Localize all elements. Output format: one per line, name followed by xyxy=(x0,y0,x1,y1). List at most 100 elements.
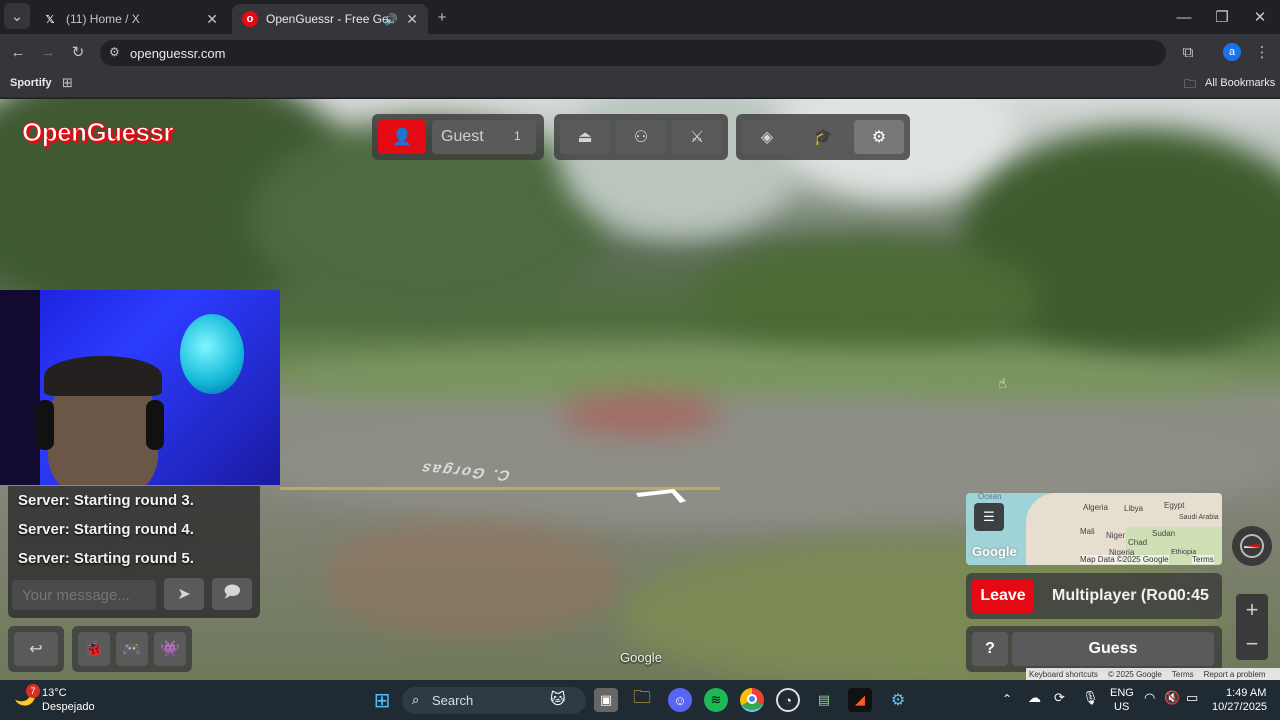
map-data-attribution: Map Data ©2025 Google xyxy=(1080,555,1169,564)
tab-search-button[interactable]: ⌄ xyxy=(4,3,30,29)
pycharm-taskbar-button[interactable]: ◢ xyxy=(848,688,872,712)
battery-icon[interactable]: ▭ xyxy=(1186,690,1198,706)
minimize-button[interactable]: — xyxy=(1170,3,1198,31)
reload-button[interactable]: ↻ xyxy=(64,38,92,66)
map-settings-button[interactable]: ☰ xyxy=(974,503,1004,531)
search-highlight-icon: 🐱 xyxy=(550,691,566,708)
map-label: Algeria xyxy=(1083,503,1108,512)
forward-button[interactable]: → xyxy=(34,38,62,66)
back-button[interactable]: ← xyxy=(4,38,32,66)
chevron-up-icon[interactable]: ⌃ xyxy=(1002,692,1012,706)
map-label: Egypt xyxy=(1164,501,1185,510)
region-code[interactable]: US xyxy=(1114,701,1129,713)
apps-grid-icon[interactable]: ⊞ xyxy=(62,75,73,91)
steam-taskbar-button[interactable]: ⚙ xyxy=(886,688,910,712)
obs-icon: ◔ xyxy=(784,692,792,708)
discord-taskbar-button[interactable]: ☺ xyxy=(668,688,692,712)
volume-muted-icon[interactable]: 🔇 xyxy=(1164,690,1180,706)
chat-toggle-button[interactable]: 🗩 xyxy=(212,578,252,610)
back-panel: ↩ xyxy=(8,626,64,672)
return-button[interactable]: ↩ xyxy=(14,632,58,666)
cloud-icon[interactable]: ☁ xyxy=(1028,690,1041,706)
discord-button[interactable]: 🎮 xyxy=(116,632,148,666)
all-bookmarks-link[interactable]: All Bookmarks xyxy=(1205,77,1275,89)
weather-desc: Despejado xyxy=(42,701,95,713)
guess-button[interactable]: Guess xyxy=(1012,632,1214,666)
multiplayer-button[interactable]: ⚇ xyxy=(616,120,666,154)
windows-taskbar: 🌙 7 13°C Despejado ⊞ ⌕ Search 🐱 ▣ 🗀 ☺ ≋ … xyxy=(0,680,1280,720)
task-view-icon: ▣ xyxy=(599,692,613,707)
spotify-taskbar-button[interactable]: ≋ xyxy=(704,688,728,712)
obs-taskbar-button[interactable]: ◔ xyxy=(776,688,800,712)
task-view-button[interactable]: ▣ xyxy=(594,688,618,712)
keyboard-shortcuts-link[interactable]: Keyboard shortcuts xyxy=(1029,670,1098,679)
compass-button[interactable] xyxy=(1232,526,1272,566)
zoom-out-button[interactable]: − xyxy=(1236,628,1268,660)
round-timer: 00:45 xyxy=(1168,587,1209,604)
game-modes-panel: ⏏ ⚇ ⚔ xyxy=(554,114,728,160)
site-info-icon[interactable]: ⚙ xyxy=(109,45,120,59)
tab-openguessr[interactable]: o OpenGuessr - Free GeoGue 🔊 ✕ xyxy=(232,4,428,34)
chat-input[interactable] xyxy=(12,580,156,610)
navigation-arrow[interactable] xyxy=(636,487,692,503)
google-footer: Keyboard shortcuts © 2025 Google Terms R… xyxy=(1026,668,1280,680)
steam-icon: ⚙ xyxy=(890,692,906,709)
help-button[interactable]: ? xyxy=(972,632,1008,666)
guess-minimap[interactable]: Ocean Algeria Libya Egypt Saudi Arabia M… xyxy=(966,493,1222,565)
learn-button[interactable]: 🎓 xyxy=(798,120,848,154)
chrome-taskbar-button[interactable] xyxy=(740,688,764,712)
windows-logo-icon: ⊞ xyxy=(373,689,391,712)
speaker-icon[interactable]: 🔊 xyxy=(384,13,398,26)
battle-button[interactable]: ⚔ xyxy=(672,120,722,154)
spotify-icon: ≋ xyxy=(710,692,722,707)
folder-icon: 🗀 xyxy=(1184,77,1197,91)
close-window-button[interactable]: ✕ xyxy=(1246,3,1274,31)
add-user-button[interactable]: 👤 xyxy=(378,120,426,154)
terms-link[interactable]: Terms xyxy=(1172,670,1194,679)
zoom-in-button[interactable]: + xyxy=(1236,594,1268,626)
crossed-swords-icon: ⚔ xyxy=(689,129,705,146)
browser-tab-bar: ⌄ 𝕏 (11) Home / X ✕ o OpenGuessr - Free … xyxy=(0,0,1280,34)
send-message-button[interactable]: ➤ xyxy=(164,578,204,610)
microphone-icon[interactable]: 🎙 xyxy=(1082,690,1099,706)
player-count: 1 xyxy=(514,129,521,143)
new-tab-button[interactable]: + xyxy=(428,3,456,31)
openguessr-icon: o xyxy=(242,11,258,27)
bookmark-sportify[interactable]: Sportify xyxy=(10,77,52,89)
sync-icon[interactable]: ⟳ xyxy=(1054,690,1065,706)
windows-start-button[interactable]: ⊞ xyxy=(370,688,394,712)
report-bug-button[interactable]: 🐞 xyxy=(78,632,110,666)
app-taskbar-button[interactable]: ▤ xyxy=(812,688,836,712)
language-code[interactable]: ENG xyxy=(1110,687,1134,699)
copyright-text: © 2025 Google xyxy=(1107,669,1162,679)
reddit-button[interactable]: 👾 xyxy=(154,632,186,666)
leaderboard-button[interactable]: ⏏ xyxy=(560,120,610,154)
taskbar-search[interactable]: ⌕ Search 🐱 xyxy=(402,687,586,714)
player-name-field[interactable]: Guest 1 xyxy=(432,120,536,154)
address-bar[interactable]: ⚙ openguessr.com xyxy=(100,40,1166,66)
layers-button[interactable]: ◈ xyxy=(742,120,792,154)
file-explorer-button[interactable]: 🗀 xyxy=(630,687,654,712)
clock-time[interactable]: 1:49 AM xyxy=(1226,687,1266,699)
url-text: openguessr.com xyxy=(130,45,226,61)
wifi-icon[interactable]: ◠ xyxy=(1144,690,1155,706)
leave-button[interactable]: Leave xyxy=(972,579,1034,613)
maximize-button[interactable]: ❐ xyxy=(1208,3,1236,31)
settings-button[interactable]: ⚙ xyxy=(854,120,904,154)
map-label: Sudan xyxy=(1152,529,1176,538)
tab-x-home[interactable]: 𝕏 (11) Home / X ✕ xyxy=(32,4,228,34)
menu-button[interactable]: ⋮ xyxy=(1248,38,1276,66)
extensions-button[interactable]: ⧉ xyxy=(1174,38,1202,66)
map-terms-link[interactable]: Terms xyxy=(1192,555,1214,564)
close-tab-icon[interactable]: ✕ xyxy=(406,11,418,28)
openguessr-logo[interactable]: OpenGuessr xyxy=(21,117,174,148)
report-problem-link[interactable]: Report a problem xyxy=(1204,670,1266,679)
social-panel: 🐞 🎮 👾 xyxy=(72,626,192,672)
weather-widget[interactable]: 🌙 7 xyxy=(14,684,40,710)
clock-date[interactable]: 10/27/2025 xyxy=(1212,701,1267,713)
profile-button[interactable]: a xyxy=(1218,38,1246,66)
close-tab-icon[interactable]: ✕ xyxy=(206,11,218,28)
guess-bar: ? Guess xyxy=(966,626,1222,672)
chat-message: Server: Starting round 4. xyxy=(18,521,194,538)
mouse-cursor-icon: ☝ xyxy=(998,375,1007,391)
